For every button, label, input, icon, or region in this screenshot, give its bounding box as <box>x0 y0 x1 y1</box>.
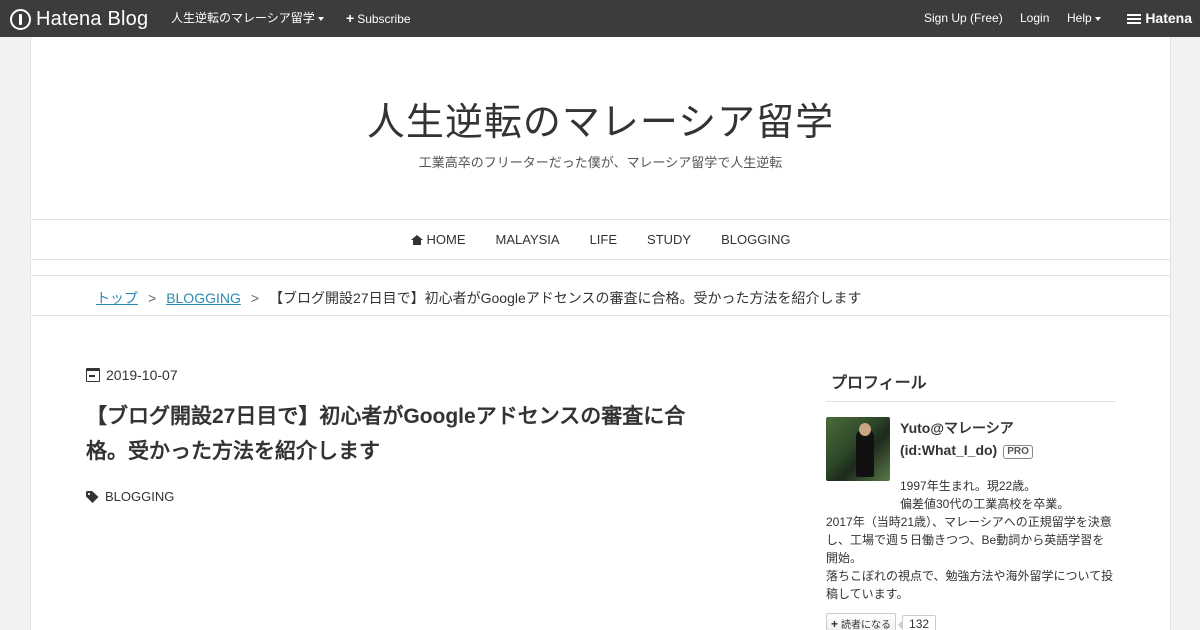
blog-container: 人生逆転のマレーシア留学 工業高卒のフリーターだった僕が、マレーシア留学で人生逆… <box>30 37 1171 630</box>
subscribe-row: + 読者になる 132 <box>826 613 1116 630</box>
login-link[interactable]: Login <box>1020 0 1049 37</box>
help-dropdown[interactable]: Help <box>1067 0 1101 37</box>
profile-bio: 1997年生まれ。現22歳。 偏差値30代の工業高校を卒業。 2017年（当時2… <box>826 477 1116 603</box>
subscribe-reader-button[interactable]: + 読者になる <box>826 613 897 630</box>
home-icon <box>410 234 423 245</box>
tag-icon <box>86 490 100 503</box>
hatena-mark-icon <box>1127 13 1142 24</box>
bio-line: 偏差値30代の工業高校を卒業。 <box>900 497 1070 511</box>
caret-down-icon <box>1094 16 1101 21</box>
entry-title[interactable]: 【ブログ開設27日目で】初心者がGoogleアドセンスの審査に合格。受かった方法… <box>86 399 716 469</box>
subscribe-reader-label: 読者になる <box>841 620 892 630</box>
entry-category-label: BLOGGING <box>105 489 175 504</box>
entry-date-text: 2019-10-07 <box>106 367 178 383</box>
blog-title[interactable]: 人生逆転のマレーシア留学 <box>31 91 1170 146</box>
profile-id: (id:What_I_do) <box>900 442 998 458</box>
sidebar-heading: プロフィール <box>826 367 1116 402</box>
pro-badge: PRO <box>1003 445 1033 459</box>
nav-item-study[interactable]: STUDY <box>647 232 691 247</box>
logo-text: Hatena Blog <box>36 7 149 30</box>
breadcrumb: トップ > BLOGGING > 【ブログ開設27日目で】初心者がGoogleアドセンス… <box>96 288 862 308</box>
blog-description: 工業高卒のフリーターだった僕が、マレーシア留学で人生逆転 <box>418 155 783 170</box>
avatar[interactable] <box>826 417 890 481</box>
subscribe-button[interactable]: + Subscribe <box>346 0 411 37</box>
breadcrumb-bar: トップ > BLOGGING > 【ブログ開設27日目で】初心者がGoogleアドセンス… <box>31 275 1170 316</box>
breadcrumb-separator: > <box>250 290 260 306</box>
breadcrumb-top-link[interactable]: トップ <box>96 290 138 306</box>
subscribe-label: Subscribe <box>357 12 411 26</box>
blog-menu-dropdown[interactable]: 人生逆転のマレーシア留学 <box>171 0 324 37</box>
caret-down-icon <box>317 16 324 21</box>
plus-icon: + <box>831 616 839 630</box>
hatena-brand-label: Hatena <box>1145 10 1192 26</box>
calendar-icon <box>86 368 100 382</box>
profile-name-block[interactable]: Yuto@マレーシア (id:What_I_do) PRO <box>900 417 1033 461</box>
sidebar-profile: プロフィール Yuto@マレーシア (id:What_I_do) PRO 1997… <box>826 367 1116 630</box>
breadcrumb-category-link[interactable]: BLOGGING <box>166 290 241 306</box>
nav-item-home[interactable]: HOME <box>410 232 466 247</box>
entry-category[interactable]: BLOGGING <box>86 489 174 504</box>
breadcrumb-current: 【ブログ開設27日目で】初心者がGoogleアドセンスの審査に合格。受かった方法… <box>269 290 862 306</box>
help-label: Help <box>1067 11 1092 25</box>
reader-count: 132 <box>898 614 937 630</box>
nav-item-blogging[interactable]: BLOGGING <box>721 232 790 247</box>
hatena-logo-icon <box>10 8 31 30</box>
global-header: Hatena Blog 人生逆転のマレーシア留学 + Subscribe Sign… <box>0 0 1200 37</box>
nav-label: HOME <box>426 232 466 247</box>
plus-icon: + <box>346 10 355 26</box>
bio-paragraph: 落ちこぼれの視点で、勉強方法や海外留学について投稿しています。 <box>826 569 1114 601</box>
blog-menu-label: 人生逆転のマレーシア留学 <box>171 11 315 25</box>
nav-item-malaysia[interactable]: MALAYSIA <box>496 232 560 247</box>
entry-date[interactable]: 2019-10-07 <box>86 367 178 383</box>
bio-paragraph: 2017年（当時21歳）、マレーシアへの正規留学を決意し、工場で週５日働きつつ、… <box>826 515 1112 565</box>
profile-header: Yuto@マレーシア (id:What_I_do) PRO <box>826 417 1116 481</box>
signup-link[interactable]: Sign Up (Free) <box>924 0 1003 37</box>
profile-name: Yuto@マレーシア <box>900 420 1014 436</box>
breadcrumb-separator: > <box>148 290 157 306</box>
global-nav: HOME MALAYSIA LIFE STUDY BLOGGING <box>31 219 1170 260</box>
hatena-blog-logo[interactable]: Hatena Blog <box>10 8 148 30</box>
nav-item-life[interactable]: LIFE <box>590 232 617 247</box>
hatena-brand-link[interactable]: Hatena <box>1127 0 1192 37</box>
